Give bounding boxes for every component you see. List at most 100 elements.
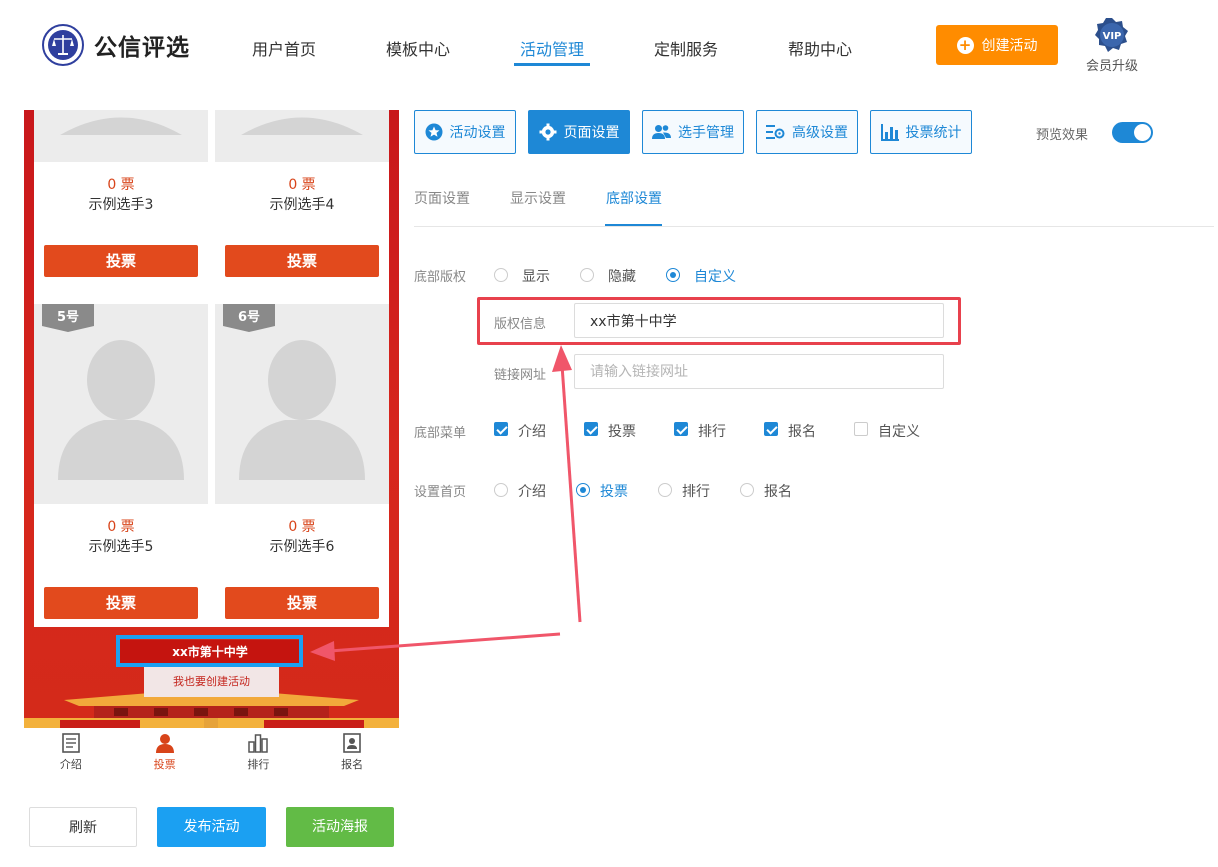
radio-home-ranking[interactable] — [658, 483, 672, 497]
tab-candidate-management[interactable]: 选手管理 — [642, 110, 744, 154]
vote-button[interactable]: 投票 — [225, 245, 379, 277]
intro-icon — [62, 733, 80, 753]
subtab-footer-settings[interactable]: 底部设置 — [606, 188, 662, 208]
vip-label: 会员升级 — [1085, 59, 1138, 74]
toggle-knob — [1134, 124, 1151, 141]
tab-vote-statistics-label: 投票统计 — [905, 125, 962, 141]
nav-activity-management[interactable]: 活动管理 — [520, 36, 584, 60]
candidate-name: 示例选手3 — [88, 197, 154, 213]
tab-advanced-settings[interactable]: 高级设置 — [756, 110, 858, 154]
gear-icon — [539, 123, 556, 141]
candidate-name: 示例选手5 — [88, 539, 154, 555]
tab-intro-label: 介绍 — [59, 758, 82, 771]
tab-vote-label: 投票 — [153, 758, 176, 771]
radio-copyright-hide-label: 隐藏 — [608, 269, 636, 285]
nav-help[interactable]: 帮助中心 — [788, 36, 852, 60]
checkbox-menu-signup[interactable] — [764, 422, 778, 436]
scales-logo-icon — [42, 24, 84, 66]
vote-button[interactable]: 投票 — [44, 245, 198, 277]
signup-icon — [343, 733, 361, 753]
candidate-number: 6号 — [237, 310, 261, 325]
checkbox-menu-custom[interactable] — [854, 422, 868, 436]
radio-home-vote[interactable] — [576, 483, 590, 497]
checkbox-menu-intro-label: 介绍 — [518, 424, 546, 440]
checkbox-menu-custom-label: 自定义 — [878, 424, 920, 440]
users-icon — [652, 125, 671, 139]
radio-home-signup-label: 报名 — [764, 484, 792, 500]
copyright-info-highlight — [477, 297, 961, 345]
footer-menu-label: 底部菜单 — [414, 426, 467, 441]
candidate-card: 5号 0 票 示例选手5 投票 — [34, 304, 208, 627]
person-silhouette-icon — [58, 340, 184, 480]
tab-ranking-label: 排行 — [247, 758, 270, 771]
copyright-highlight — [116, 635, 303, 667]
subtab-page-settings[interactable]: 页面设置 — [414, 188, 470, 208]
nav-templates[interactable]: 模板中心 — [386, 36, 450, 60]
link-url-input[interactable] — [574, 354, 944, 389]
subtab-display-settings[interactable]: 显示设置 — [510, 188, 566, 208]
tab-vote-statistics[interactable]: 投票统计 — [870, 110, 972, 154]
candidate-name: 示例选手6 — [269, 539, 335, 555]
tab-ranking[interactable]: 排行 — [212, 728, 306, 778]
tab-page-settings-label: 页面设置 — [563, 125, 620, 141]
candidate-card: 6号 0 票 示例选手6 投票 — [215, 304, 389, 627]
radio-home-signup[interactable] — [740, 483, 754, 497]
tab-candidate-management-label: 选手管理 — [678, 125, 734, 141]
checkbox-menu-vote[interactable] — [584, 422, 598, 436]
mobile-tabbar: 介绍 投票 排行 报名 — [24, 728, 399, 778]
radio-copyright-show[interactable] — [494, 268, 508, 282]
nav-custom-service[interactable]: 定制服务 — [654, 36, 718, 60]
tab-page-settings[interactable]: 页面设置 — [528, 110, 630, 154]
avatar-placeholder — [34, 110, 208, 162]
vip-badge-text: VIP — [1103, 31, 1122, 42]
vip-badge-icon: VIP — [1095, 18, 1128, 52]
user-icon — [155, 734, 174, 753]
preview-label: 预览效果 — [1036, 128, 1089, 143]
vote-button[interactable]: 投票 — [225, 587, 379, 619]
settings-list-icon — [766, 125, 785, 139]
bar-chart-icon — [880, 123, 899, 141]
subtab-divider — [414, 226, 1214, 227]
radio-copyright-hide[interactable] — [580, 268, 594, 282]
candidate-card: 0 票 示例选手4 投票 — [215, 110, 389, 297]
radio-copyright-custom[interactable] — [666, 268, 680, 282]
avatar-placeholder — [215, 304, 389, 504]
tab-intro[interactable]: 介绍 — [24, 728, 118, 778]
avatar-placeholder — [215, 110, 389, 162]
page: 公信评选 用户首页 模板中心 活动管理 定制服务 帮助中心 + 创建活动 VIP… — [0, 0, 1218, 867]
checkbox-menu-intro[interactable] — [494, 422, 508, 436]
link-url-label: 链接网址 — [494, 368, 547, 383]
home-page-label: 设置首页 — [414, 485, 467, 500]
brand-name: 公信评选 — [94, 35, 190, 61]
radio-home-intro-label: 介绍 — [518, 484, 546, 500]
checkbox-menu-ranking[interactable] — [674, 422, 688, 436]
also-create-link[interactable]: 我也要创建活动 — [144, 667, 279, 697]
create-activity-button[interactable]: + 创建活动 — [936, 25, 1058, 65]
tab-activity-settings-label: 活动设置 — [449, 125, 506, 141]
vip-upgrade[interactable]: VIP 会员升级 — [1082, 17, 1142, 74]
vote-button[interactable]: 投票 — [44, 587, 198, 619]
tab-advanced-settings-label: 高级设置 — [792, 125, 848, 141]
radio-home-ranking-label: 排行 — [682, 484, 710, 500]
vote-count: 0 票 — [107, 177, 135, 193]
footer-copyright-label: 底部版权 — [414, 270, 467, 285]
subtab-active-indicator — [605, 224, 662, 226]
person-silhouette-icon — [60, 117, 182, 135]
nav-home[interactable]: 用户首页 — [252, 36, 316, 60]
brand-logo[interactable]: 公信评选 — [42, 24, 190, 66]
person-silhouette-icon — [239, 340, 365, 480]
tab-signup-label: 报名 — [341, 758, 364, 771]
radio-home-vote-label: 投票 — [600, 484, 628, 500]
radio-home-intro[interactable] — [494, 483, 508, 497]
tab-vote[interactable]: 投票 — [118, 728, 212, 778]
publish-activity-button[interactable]: 发布活动 — [157, 807, 266, 847]
tab-activity-settings[interactable]: 活动设置 — [414, 110, 516, 154]
preview-toggle[interactable] — [1112, 122, 1153, 143]
annotation-arrowhead-up — [552, 345, 572, 372]
candidate-number: 5号 — [56, 310, 80, 325]
tab-signup[interactable]: 报名 — [305, 728, 399, 778]
activity-poster-button[interactable]: 活动海报 — [286, 807, 394, 847]
refresh-button[interactable]: 刷新 — [29, 807, 137, 847]
ranking-icon — [248, 734, 269, 753]
vote-count: 0 票 — [107, 519, 135, 535]
